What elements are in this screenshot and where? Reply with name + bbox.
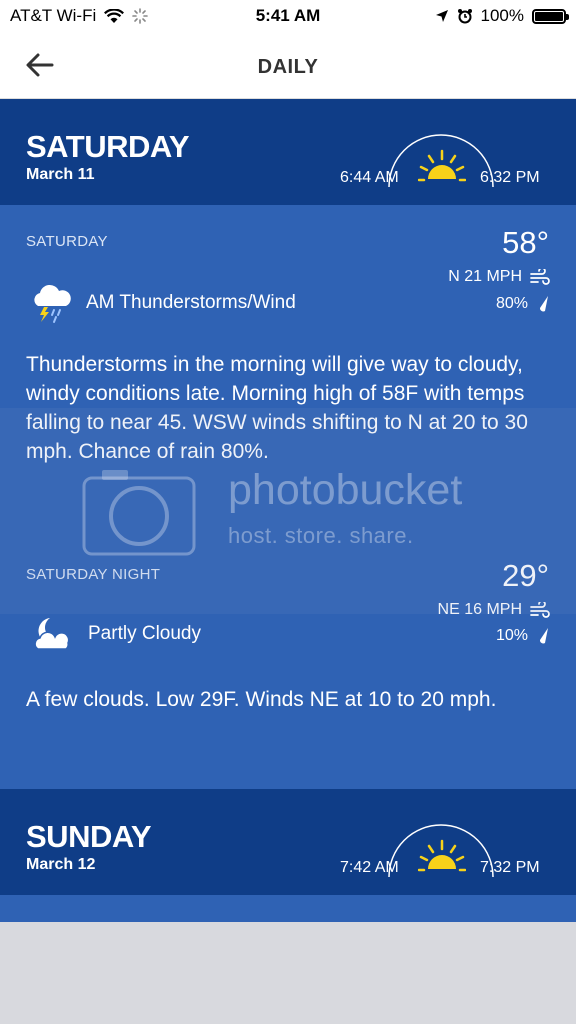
day-header-saturday[interactable]: SATURDAY March 11 6:44 AM 6:32 PM: [0, 99, 576, 205]
period-label: SATURDAY NIGHT: [26, 566, 161, 583]
period-temperature: 58°: [502, 225, 549, 260]
sunset-time: 7:32 PM: [480, 859, 540, 876]
period-description: Thunderstorms in the morning will give w…: [26, 353, 528, 463]
status-right: 100%: [435, 6, 569, 26]
day-detail-sunday: [0, 895, 576, 922]
bottom-blank-area: [0, 922, 576, 1024]
precip-chance: 10%: [495, 627, 528, 644]
condition-text: Partly Cloudy: [88, 623, 201, 644]
location-arrow-icon: [435, 10, 448, 22]
alarm-clock-icon: [457, 9, 472, 24]
wind-speed: N 21 MPH: [448, 268, 522, 285]
precip-info: 10%: [496, 627, 550, 645]
partly-cloudy-night-icon: [34, 618, 70, 650]
day-date: March 12: [26, 856, 96, 873]
sun-icon: [418, 839, 466, 872]
nav-bar: DAILY: [0, 34, 576, 99]
day-header-sunday[interactable]: SUNDAY March 12 7:42 AM 7:32 PM: [0, 789, 576, 895]
sun-icon: [418, 149, 466, 182]
wind-icon: [530, 602, 550, 618]
wind-icon: [530, 269, 550, 285]
sunrise-time: 7:42 AM: [340, 859, 399, 876]
sunset-time: 6:32 PM: [480, 169, 540, 186]
battery-icon: [532, 8, 569, 24]
day-name: SUNDAY: [26, 819, 152, 854]
period-temperature: 29°: [502, 558, 549, 593]
day-name: SATURDAY: [26, 129, 190, 164]
sunrise-time: 6:44 AM: [340, 169, 399, 186]
period-label: SATURDAY: [26, 233, 108, 250]
precip-chance: 80%: [495, 295, 528, 312]
thunderstorm-icon: [34, 284, 71, 323]
period-description: A few clouds. Low 29F. Winds NE at 10 to…: [26, 688, 497, 711]
wind-speed: NE 16 MPH: [437, 601, 522, 618]
raindrop-icon: [539, 628, 548, 644]
condition-row: AM Thunderstorms/Wind: [30, 282, 296, 324]
page-title: DAILY: [257, 56, 319, 78]
condition-row: Partly Cloudy: [30, 615, 201, 653]
precip-info: 80%: [496, 295, 550, 313]
status-bar: AT&T Wi-Fi 5:41 AM 100%: [0, 0, 576, 34]
wind-info: NE 16 MPH: [438, 601, 550, 619]
condition-text: AM Thunderstorms/Wind: [86, 292, 296, 313]
day-date: March 11: [26, 166, 95, 183]
raindrop-icon: [539, 296, 548, 312]
wind-info: N 21 MPH: [448, 268, 550, 286]
day-detail-saturday: SATURDAY 58° N 21 MPH 80% AM Thunderstor…: [0, 205, 576, 789]
battery-percent: 100%: [480, 6, 524, 25]
